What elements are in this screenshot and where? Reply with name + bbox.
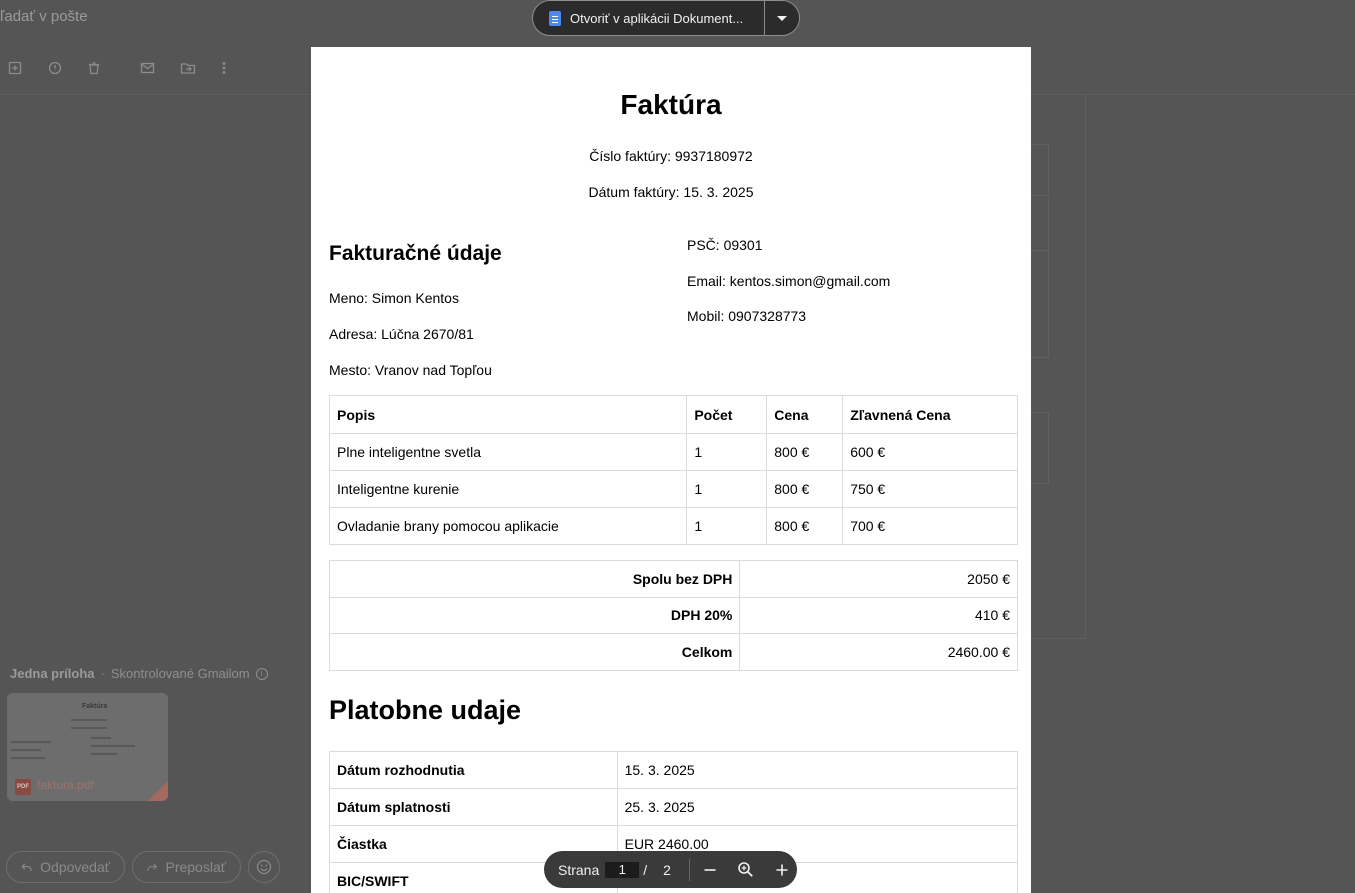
billing-name: Meno: Simon Kentos	[329, 290, 459, 306]
total-label: Spolu bez DPH	[328, 560, 741, 598]
payment-value: 25. 3. 2025	[616, 788, 1019, 826]
table-row: DPH 20% 410 €	[328, 596, 1018, 634]
smiley-icon	[256, 859, 272, 875]
report-spam-icon	[45, 58, 65, 78]
table-cell: 800 €	[766, 470, 844, 508]
page-label: Strana	[558, 861, 600, 878]
invoice-number: Číslo faktúry: 9937180972	[589, 148, 753, 164]
table-cell: 1	[686, 433, 768, 471]
emoji-reaction-button	[248, 851, 280, 883]
invoice-title: Faktúra	[620, 89, 722, 120]
attachments-header: Jedna príloha · Skontrolované Gmailom i	[10, 666, 268, 681]
chevron-down-icon	[777, 15, 787, 21]
table-cell: Plne inteligentne svetla	[328, 433, 688, 471]
google-docs-icon	[549, 10, 561, 26]
reply-label: Odpovedať	[40, 859, 110, 875]
table-cell: 800 €	[766, 433, 844, 471]
zoom-fit-button[interactable]	[732, 856, 760, 884]
attachment-thumbnail-title: Faktúra	[82, 703, 108, 710]
invoice-date: Dátum faktúry: 15. 3. 2025	[588, 184, 754, 200]
pdf-file-icon: PDF	[15, 779, 31, 795]
attachment-corner-fold	[148, 781, 168, 801]
zoom-in-button[interactable]	[768, 856, 796, 884]
billing-heading: Fakturačné údaje	[329, 242, 502, 265]
table-row: Celkom 2460.00 €	[328, 633, 1018, 671]
reply-icon	[21, 863, 32, 871]
plus-icon	[776, 864, 788, 875]
mark-unread-icon	[138, 58, 158, 78]
open-with-control: Otvoriť v aplikácii Dokument...	[532, 0, 800, 36]
pager-divider	[688, 858, 690, 881]
attachments-scanned-label: Skontrolované Gmailom	[110, 666, 250, 681]
open-in-docs-label: Otvoriť v aplikácii Dokument...	[570, 10, 744, 26]
total-label: Celkom	[328, 633, 741, 671]
delete-icon	[84, 58, 104, 78]
attachments-separator: ·	[100, 666, 105, 681]
column-header: Popis	[328, 395, 688, 434]
billing-address: Adresa: Lúčna 2670/81	[329, 326, 474, 342]
total-label: DPH 20%	[328, 596, 741, 634]
forward-icon	[147, 863, 158, 871]
table-row: Spolu bez DPH 2050 €	[328, 560, 1018, 598]
zoom-icon	[738, 862, 754, 877]
minus-icon	[704, 868, 716, 871]
table-row: Dátum splatnosti 25. 3. 2025	[329, 788, 1019, 826]
page-separator: /	[643, 861, 648, 878]
billing-city: Mesto: Vranov nad Topľou	[329, 362, 492, 378]
total-value: 410 €	[739, 596, 1018, 634]
more-options-icon	[214, 58, 234, 78]
reply-button: Odpovedať	[6, 851, 125, 883]
table-cell: 1	[686, 470, 768, 508]
table-cell: 800 €	[766, 507, 844, 545]
column-header: Počet	[686, 395, 768, 434]
zoom-out-button[interactable]	[696, 856, 724, 884]
table-cell: Inteligentne kurenie	[328, 470, 688, 508]
total-value: 2460.00 €	[739, 633, 1018, 671]
table-cell: 700 €	[842, 507, 1018, 545]
payment-label: Dátum rozhodnutia	[329, 751, 618, 789]
column-header: Zľavnená Cena	[842, 395, 1018, 434]
table-cell: 750 €	[842, 470, 1018, 508]
attachments-count: Jedna príloha	[10, 666, 95, 681]
payment-value: 15. 3. 2025	[616, 751, 1019, 789]
open-in-docs-button[interactable]: Otvoriť v aplikácii Dokument...	[533, 1, 765, 35]
table-cell: 1	[686, 507, 768, 545]
current-page-input[interactable]: 1	[605, 861, 640, 878]
move-to-icon	[178, 58, 198, 78]
background-content-card	[1029, 94, 1086, 639]
billing-zip: PSČ: 09301	[687, 237, 763, 253]
table-row: Inteligentne kurenie 1 800 € 750 €	[328, 470, 1018, 508]
forward-button: Preposlať	[132, 851, 241, 883]
table-cell: 600 €	[842, 433, 1018, 471]
info-icon: i	[255, 667, 268, 680]
table-cell: Ovladanie brany pomocou aplikacie	[328, 507, 688, 545]
open-with-dropdown-button[interactable]	[765, 1, 799, 35]
column-header: Cena	[766, 395, 844, 434]
search-field-text: ľadať v pošte	[0, 8, 88, 25]
table-row: Plne inteligentne svetla 1 800 € 600 €	[328, 433, 1018, 471]
payment-label: Dátum splatnosti	[329, 788, 618, 826]
totals-table: Spolu bez DPH 2050 € DPH 20% 410 € Celko…	[328, 560, 1018, 671]
table-row: Dátum rozhodnutia 15. 3. 2025	[329, 751, 1019, 789]
items-table: Popis Počet Cena Zľavnená Cena Plne inte…	[328, 395, 1018, 545]
page-navigation: Strana 1 / 2	[544, 851, 797, 888]
total-value: 2050 €	[739, 560, 1018, 598]
billing-email: Email: kentos.simon@gmail.com	[687, 273, 891, 289]
table-header-row: Popis Počet Cena Zľavnená Cena	[328, 395, 1018, 434]
total-pages: 2	[663, 861, 671, 878]
pdf-page: Faktúra Číslo faktúry: 9937180972 Dátum …	[311, 47, 1031, 893]
forward-label: Preposlať	[165, 859, 226, 875]
archive-icon	[5, 58, 25, 78]
billing-phone: Mobil: 0907328773	[687, 308, 807, 324]
attachment-card: Faktúra PDF faktura.pdf	[7, 693, 168, 801]
payment-heading: Platobne udaje	[329, 695, 522, 725]
table-row: Ovladanie brany pomocou aplikacie 1 800 …	[328, 507, 1018, 545]
attachment-file-name: faktura.pdf	[37, 778, 94, 792]
